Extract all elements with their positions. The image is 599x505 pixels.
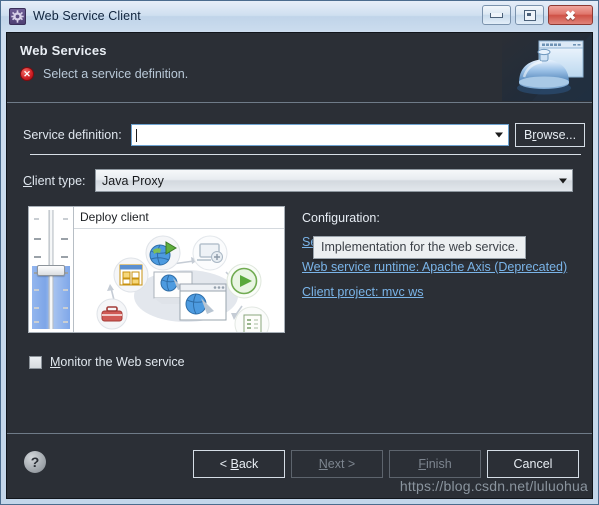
finish-button-label: Finish (418, 457, 452, 471)
error-glyph: ✕ (23, 68, 31, 79)
minimize-button[interactable] (482, 5, 511, 25)
web-service-runtime-link[interactable]: Web service runtime: Apache Axis (Deprec… (302, 260, 567, 274)
browse-button[interactable]: Browse... (515, 123, 585, 147)
text-caret (136, 128, 137, 142)
chevron-down-icon[interactable] (495, 132, 503, 138)
chevron-down-icon[interactable] (559, 178, 567, 183)
close-icon: ✖ (565, 7, 576, 23)
deploy-slider[interactable] (29, 207, 74, 332)
service-definition-label: Service definition: (23, 128, 122, 142)
service-definition-row: Service definition: Browse... (7, 123, 592, 147)
back-button[interactable]: < Back (193, 450, 285, 478)
monitor-checkbox[interactable] (29, 355, 42, 369)
minimize-icon (490, 12, 503, 18)
monitor-web-service-row[interactable]: Monitor the Web service (29, 355, 185, 369)
window-title: Web Service Client (33, 9, 141, 23)
client-type-select[interactable]: Java Proxy (95, 169, 573, 192)
watermark: https://blog.csdn.net/luluohua (399, 478, 588, 494)
wizard-banner: Web Services ✕ Select a service definiti… (7, 33, 592, 103)
tooltip: Implementation for the web service. (313, 236, 527, 259)
gear-icon (9, 7, 26, 25)
diagram-title: Deploy client (80, 210, 149, 224)
dialog-body: Web Services ✕ Select a service definiti… (6, 32, 593, 499)
configuration-title: Configuration: (302, 211, 380, 225)
page-title: Web Services (20, 43, 107, 58)
deploy-client-diagram: Deploy client (74, 207, 284, 332)
window-controls: ✖ (482, 5, 593, 25)
wizard-content: Service definition: Browse... Implementa… (7, 103, 592, 467)
client-type-row: Client type: Java Proxy (7, 169, 592, 192)
wizard-button-bar: < Back Next > Finish Cancel (193, 450, 579, 478)
monitor-checkbox-label: Monitor the Web service (50, 355, 185, 369)
dialog-footer: ? < Back Next > Finish Cancel https://bl… (7, 433, 592, 498)
configuration-block: Configuration: Server runtime: Tomcat v8… (302, 211, 567, 310)
error-icon: ✕ (20, 67, 34, 81)
cancel-button-label: Cancel (513, 457, 553, 471)
web-service-bell-icon (502, 33, 592, 101)
cancel-button[interactable]: Cancel (487, 450, 579, 478)
help-icon[interactable]: ? (24, 451, 46, 473)
next-button-label: Next > (318, 457, 356, 471)
status-message: Select a service definition. (43, 67, 189, 81)
maximize-icon (523, 9, 536, 21)
slider-thumb[interactable] (37, 264, 65, 276)
close-button[interactable]: ✖ (548, 5, 593, 25)
title-bar[interactable]: Web Service Client ✖ (1, 1, 598, 31)
slider-inner (32, 210, 70, 329)
service-definition-input[interactable] (131, 124, 509, 146)
next-button: Next > (291, 450, 383, 478)
web-service-client-dialog: Web Service Client ✖ Web Services ✕ Sele… (0, 0, 599, 505)
client-type-label: Client type: (23, 173, 86, 188)
client-project-link[interactable]: Client project: mvc ws (302, 285, 567, 299)
divider (30, 154, 581, 155)
back-button-label: < Back (219, 457, 259, 471)
browse-button-label: Browse... (523, 128, 577, 142)
help-glyph: ? (30, 454, 40, 470)
client-type-value: Java Proxy (102, 173, 164, 188)
deploy-client-panel: Deploy client (28, 206, 285, 333)
maximize-button[interactable] (515, 5, 544, 25)
status-message-row: ✕ Select a service definition. (20, 67, 188, 81)
finish-button: Finish (389, 450, 481, 478)
